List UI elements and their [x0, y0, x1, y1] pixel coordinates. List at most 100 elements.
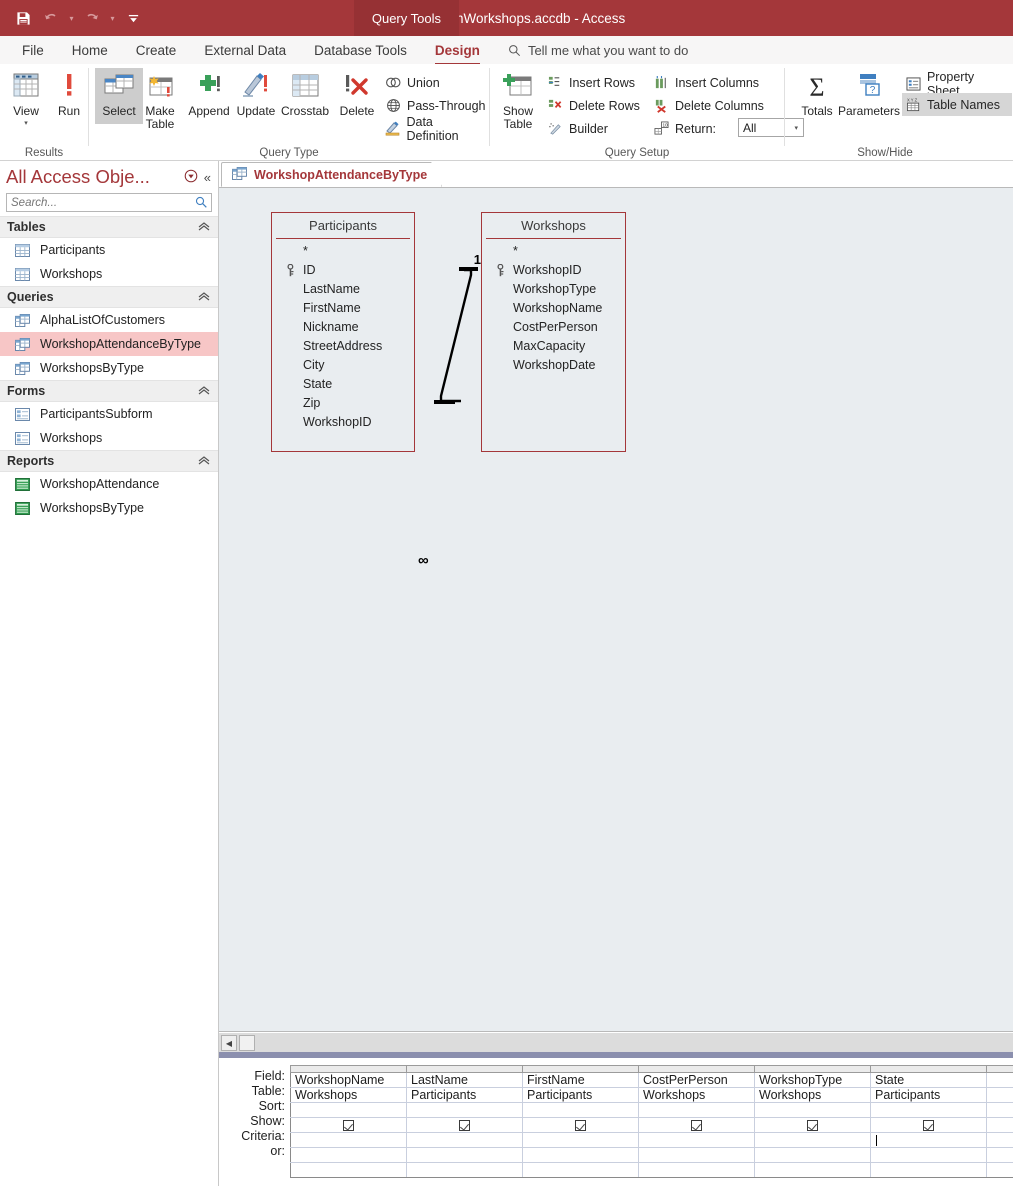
query-design-surface[interactable]: Participants * ID LastName FirstName Nic…: [219, 188, 1013, 1032]
column-selector[interactable]: [986, 1065, 1013, 1073]
delete-columns-button[interactable]: Delete Columns: [650, 94, 767, 117]
criteria-cell[interactable]: [638, 1132, 755, 1148]
nav-item-workshopattendancebytype-query[interactable]: WorkshopAttendanceByType: [0, 332, 218, 356]
redo-icon[interactable]: [79, 5, 105, 31]
extra-cell[interactable]: [754, 1162, 871, 1178]
criteria-cell[interactable]: [406, 1132, 523, 1148]
sort-cell[interactable]: [986, 1102, 1013, 1118]
show-table-button[interactable]: Show Table: [494, 68, 542, 131]
sort-cell[interactable]: [870, 1102, 987, 1118]
run-button[interactable]: Run: [45, 68, 93, 118]
undo-dropdown-icon[interactable]: ▾: [66, 14, 77, 23]
nav-item-workshops-table[interactable]: Workshops: [0, 262, 218, 286]
design-surface-horizontal-scrollbar[interactable]: ◀: [219, 1032, 1013, 1052]
show-checkbox[interactable]: [459, 1120, 470, 1132]
chevron-up-icon[interactable]: [198, 454, 210, 468]
field-row[interactable]: StreetAddress: [272, 337, 414, 356]
delete-query-button[interactable]: Delete: [333, 68, 381, 118]
extra-cell[interactable]: [638, 1162, 755, 1178]
nav-item-workshops-form[interactable]: Workshops: [0, 426, 218, 450]
or-cell[interactable]: [638, 1147, 755, 1163]
tab-design[interactable]: Design: [421, 40, 494, 65]
field-cell[interactable]: WorkshopType: [754, 1072, 871, 1088]
field-row[interactable]: FirstName: [272, 299, 414, 318]
sort-cell[interactable]: [406, 1102, 523, 1118]
column-selector[interactable]: [754, 1065, 871, 1073]
extra-cell[interactable]: [290, 1162, 407, 1178]
field-cell[interactable]: WorkshopName: [290, 1072, 407, 1088]
column-selector[interactable]: [522, 1065, 639, 1073]
field-row[interactable]: CostPerPerson: [482, 318, 625, 337]
field-row[interactable]: WorkshopType: [482, 280, 625, 299]
crosstab-button[interactable]: Crosstab: [275, 68, 335, 118]
scroll-left-arrow-icon[interactable]: ◀: [221, 1035, 237, 1051]
field-row[interactable]: LastName: [272, 280, 414, 299]
column-selector[interactable]: [638, 1065, 755, 1073]
criteria-cell[interactable]: [754, 1132, 871, 1148]
tell-me-search[interactable]: Tell me what you want to do: [494, 43, 688, 58]
or-cell[interactable]: [870, 1147, 987, 1163]
field-row[interactable]: Nickname: [272, 318, 414, 337]
totals-button[interactable]: Σ Totals: [793, 68, 841, 118]
show-checkbox[interactable]: [923, 1120, 934, 1132]
sort-cell[interactable]: [290, 1102, 407, 1118]
show-cell[interactable]: [406, 1117, 523, 1133]
criteria-cell[interactable]: [986, 1132, 1013, 1148]
or-cell[interactable]: [290, 1147, 407, 1163]
nav-item-workshopattendance-report[interactable]: WorkshopAttendance: [0, 472, 218, 496]
field-row[interactable]: State: [272, 375, 414, 394]
nav-item-alphalistofcustomers-query[interactable]: AlphaListOfCustomers: [0, 308, 218, 332]
nav-item-participants-table[interactable]: Participants: [0, 238, 218, 262]
table-cell[interactable]: Workshops: [638, 1087, 755, 1103]
or-cell[interactable]: [406, 1147, 523, 1163]
nav-item-participantssubform-form[interactable]: ParticipantsSubform: [0, 402, 218, 426]
collapse-navigation-pane-icon[interactable]: «: [204, 170, 211, 185]
show-checkbox[interactable]: [575, 1120, 586, 1132]
nav-group-header-tables[interactable]: Tables: [0, 216, 218, 238]
column-selector[interactable]: [870, 1065, 987, 1073]
criteria-cell[interactable]: [522, 1132, 639, 1148]
or-cell[interactable]: [986, 1147, 1013, 1163]
field-row[interactable]: WorkshopDate: [482, 356, 625, 375]
table-cell[interactable]: [986, 1087, 1013, 1103]
field-row[interactable]: WorkshopID: [272, 413, 414, 432]
append-button[interactable]: Append: [185, 68, 233, 118]
show-cell[interactable]: [638, 1117, 755, 1133]
extra-cell[interactable]: [522, 1162, 639, 1178]
field-cell[interactable]: State: [870, 1072, 987, 1088]
make-table-button[interactable]: Make Table: [136, 68, 184, 131]
or-cell[interactable]: [754, 1147, 871, 1163]
chevron-up-icon[interactable]: [198, 290, 210, 304]
undo-icon[interactable]: [38, 5, 64, 31]
field-cell[interactable]: CostPerPerson: [638, 1072, 755, 1088]
field-row[interactable]: City: [272, 356, 414, 375]
insert-rows-button[interactable]: Insert Rows: [544, 71, 638, 94]
field-row[interactable]: *: [272, 242, 414, 261]
nav-item-workshopsbytype-query[interactable]: WorkshopsByType: [0, 356, 218, 380]
show-cell[interactable]: [522, 1117, 639, 1133]
navigation-pane-menu-icon[interactable]: [184, 169, 198, 186]
property-sheet-button[interactable]: Property Sheet: [902, 70, 1013, 98]
navigation-search-box[interactable]: [6, 193, 212, 212]
save-icon[interactable]: [10, 5, 36, 31]
tab-database-tools[interactable]: Database Tools: [300, 40, 421, 61]
view-dropdown-icon[interactable]: ▾: [24, 119, 28, 127]
nav-item-workshopsbytype-report[interactable]: WorkshopsByType: [0, 496, 218, 520]
table-box-participants[interactable]: Participants * ID LastName FirstName Nic…: [271, 212, 415, 452]
table-box-workshops[interactable]: Workshops * WorkshopID WorkshopType Work…: [481, 212, 626, 452]
nav-group-header-forms[interactable]: Forms: [0, 380, 218, 402]
column-selector[interactable]: [290, 1065, 407, 1073]
extra-cell[interactable]: [986, 1162, 1013, 1178]
show-cell[interactable]: [986, 1117, 1013, 1133]
tab-file[interactable]: File: [8, 40, 58, 61]
delete-rows-button[interactable]: Delete Rows: [544, 94, 643, 117]
tab-home[interactable]: Home: [58, 40, 122, 61]
criteria-cell-focused[interactable]: [870, 1132, 987, 1148]
update-button[interactable]: Update: [232, 68, 280, 118]
data-definition-button[interactable]: Data Definition: [382, 115, 489, 143]
field-row[interactable]: MaxCapacity: [482, 337, 625, 356]
table-cell[interactable]: Workshops: [754, 1087, 871, 1103]
column-selector[interactable]: [406, 1065, 523, 1073]
join-line[interactable]: [415, 248, 485, 538]
parameters-button[interactable]: ? Parameters: [835, 68, 903, 118]
